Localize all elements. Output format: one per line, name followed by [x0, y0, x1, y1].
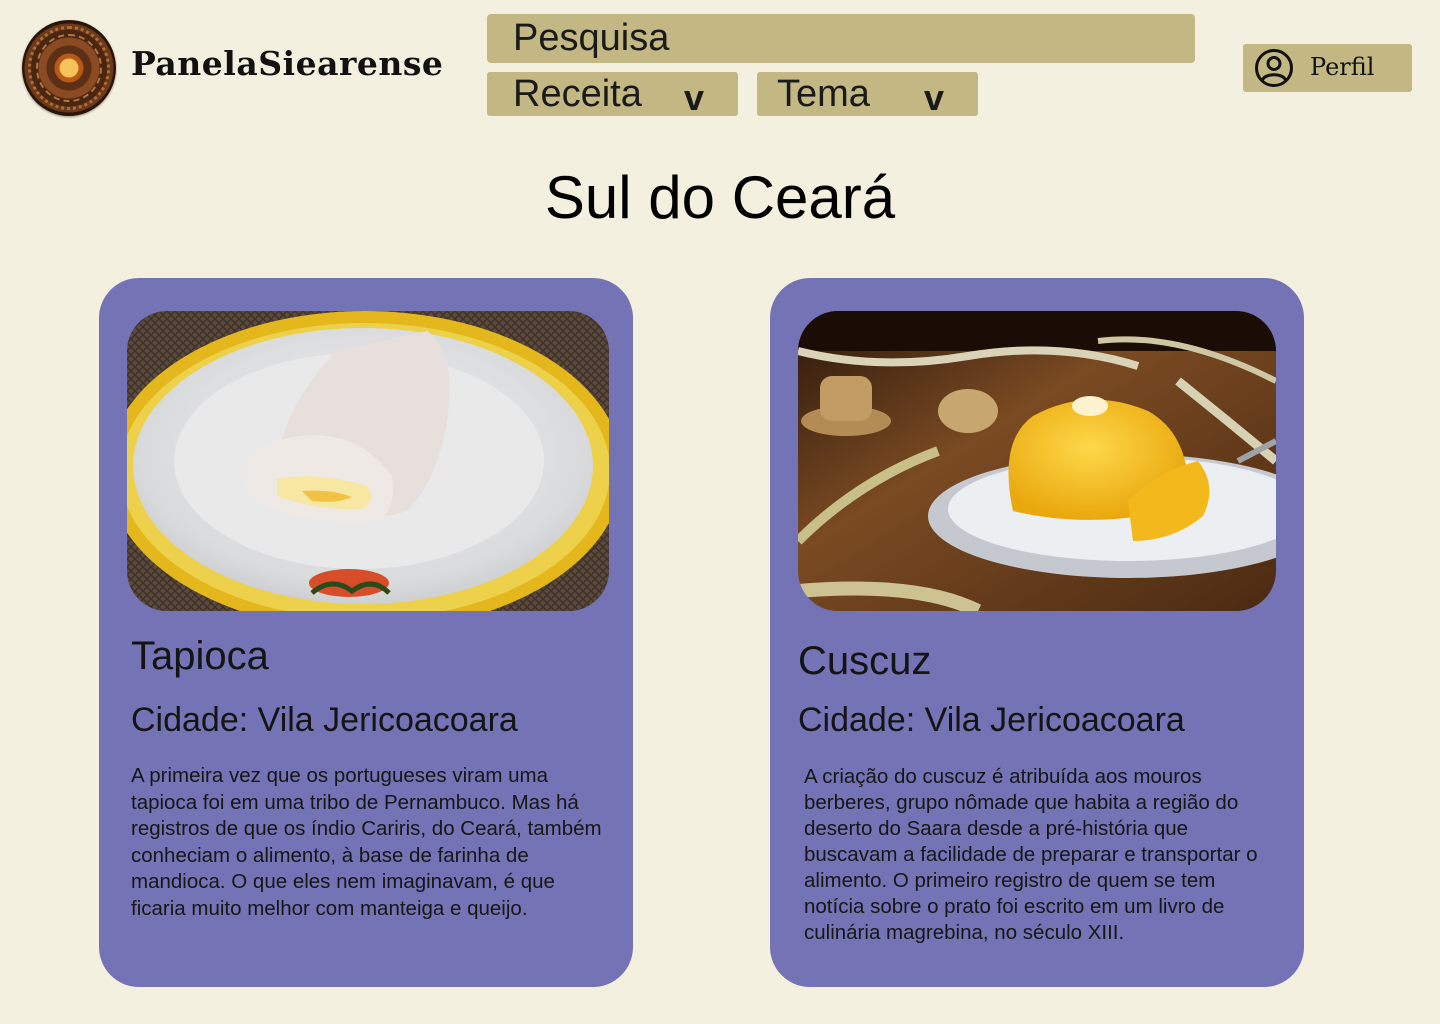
page-title: Sul do Ceará	[544, 164, 896, 231]
recipe-title: Cuscuz	[798, 639, 932, 683]
brand-logo[interactable]	[22, 20, 116, 116]
receita-dropdown[interactable]: Receita v	[487, 72, 738, 116]
search-input[interactable]: Pesquisa	[487, 14, 1195, 63]
profile-label: Perfil	[1310, 53, 1375, 81]
tema-dropdown-label: Tema	[777, 72, 870, 115]
tema-dropdown[interactable]: Tema v	[757, 72, 978, 116]
search-label: Pesquisa	[513, 17, 670, 59]
recipe-photo-cuscuz	[798, 311, 1276, 611]
logo-pattern	[36, 34, 102, 102]
recipe-photo-tapioca	[127, 311, 609, 611]
brand-name[interactable]: PanelaSiearense	[131, 44, 443, 83]
profile-button[interactable]: Perfil	[1243, 44, 1412, 92]
recipe-city: Cidade: Vila Jericoacoara	[798, 701, 1185, 739]
user-circle-icon	[1255, 49, 1293, 87]
tapioca-image	[127, 311, 609, 611]
recipe-city: Cidade: Vila Jericoacoara	[131, 701, 518, 739]
chevron-down-icon: v	[683, 77, 704, 118]
receita-dropdown-label: Receita	[513, 72, 642, 115]
page: PanelaSiearense Pesquisa Receita v Tema …	[0, 0, 1440, 1024]
recipe-description: A criação do cuscuz é atribuída aos mour…	[804, 765, 1258, 944]
recipe-description: A primeira vez que os portugueses viram …	[131, 764, 602, 920]
cuscuz-image	[798, 311, 1276, 611]
chevron-down-icon: v	[923, 77, 944, 118]
recipe-title: Tapioca	[131, 634, 269, 678]
recipe-card-tapioca[interactable]: Tapioca Cidade: Vila Jericoacoara A prim…	[99, 278, 633, 987]
recipe-card-cuscuz[interactable]: Cuscuz Cidade: Vila Jericoacoara A criaç…	[770, 278, 1304, 987]
